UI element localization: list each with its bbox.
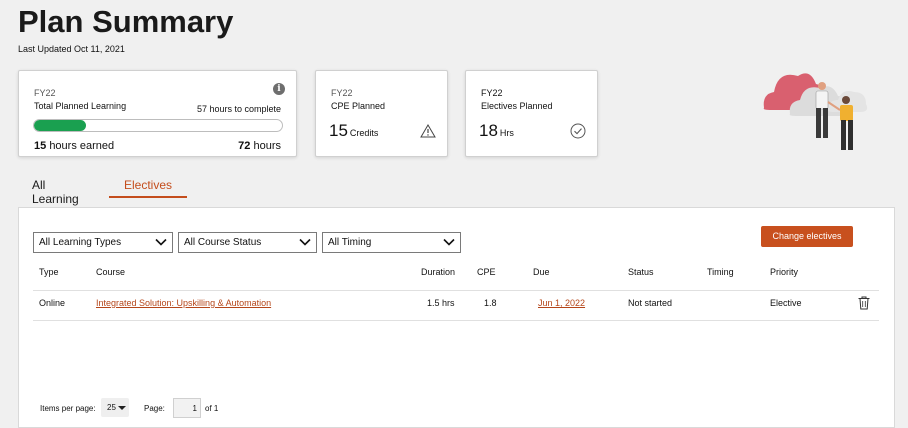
info-icon[interactable]: i: [273, 83, 285, 95]
column-header-due: Due: [533, 267, 550, 277]
hours-total-suffix: hours: [253, 140, 281, 152]
column-header-duration: Duration: [421, 267, 456, 277]
hours-total: 72 hours: [238, 140, 281, 152]
page-title: Plan Summary: [18, 4, 234, 39]
row-priority: Elective: [770, 298, 802, 308]
learning-types-select[interactable]: All Learning Types: [33, 232, 173, 253]
electives-hours-value: 18: [479, 121, 498, 140]
card-label: Electives Planned: [481, 101, 553, 111]
card-fiscal-year: FY22: [34, 88, 56, 98]
progress-bar: [33, 119, 283, 132]
column-header-status: Status: [628, 267, 654, 277]
tab-electives[interactable]: Electives: [109, 174, 188, 198]
cpe-credits-unit: Credits: [349, 128, 379, 138]
column-header-course: Course: [96, 267, 126, 277]
people-cloud-illustration-icon: [763, 73, 868, 150]
check-circle-icon: [570, 123, 586, 139]
tab-all-learning[interactable]: All Learning: [32, 174, 79, 206]
items-per-page-label: Items per page:: [40, 404, 96, 413]
timing-select[interactable]: All Timing: [322, 232, 461, 253]
hours-earned-value: 15: [34, 140, 47, 152]
card-fiscal-year: FY22: [331, 88, 353, 98]
page-label: Page:: [144, 404, 165, 413]
total-planned-card: FY22 Total Planned Learning i 57 hours t…: [18, 70, 297, 157]
electives-hours-unit: Hrs: [499, 128, 514, 138]
course-status-select[interactable]: All Course Status: [178, 232, 317, 253]
change-electives-button[interactable]: Change electives: [761, 226, 853, 247]
hours-earned-suffix: hours earned: [49, 140, 115, 152]
progress-fill: [34, 120, 87, 131]
items-per-page-select[interactable]: 25: [101, 398, 129, 417]
chevron-down-icon: [299, 238, 311, 246]
warning-icon: [420, 124, 436, 138]
column-header-timing: Timing: [707, 267, 734, 277]
chevron-down-icon: [443, 238, 455, 246]
page-of-total: of 1: [205, 404, 219, 413]
items-per-page-value: 25: [107, 403, 116, 412]
hours-earned: 15 hours earned: [34, 140, 114, 152]
electives-hours: 18 Hrs: [479, 121, 514, 141]
trash-icon[interactable]: [858, 296, 870, 310]
row-due-link[interactable]: Jun 1, 2022: [538, 298, 585, 308]
hours-to-complete: 57 hours to complete: [196, 104, 281, 114]
card-label: Total Planned Learning: [34, 101, 127, 111]
cpe-credits: 15 Credits: [329, 121, 378, 141]
row-type: Online: [39, 298, 66, 308]
chevron-down-icon: [155, 238, 167, 246]
column-header-type: Type: [39, 267, 59, 277]
electives-planned-card: FY22 Electives Planned 18 Hrs: [465, 70, 598, 157]
column-header-priority: Priority: [770, 267, 799, 277]
cpe-planned-card: FY22 CPE Planned 15 Credits: [315, 70, 448, 157]
cpe-credits-value: 15: [329, 121, 348, 140]
row-course-link[interactable]: Integrated Solution: Upskilling & Automa…: [96, 298, 271, 308]
row-duration: 1.5 hrs: [427, 298, 455, 308]
row-cpe: 1.8: [484, 298, 497, 308]
course-status-value: All Course Status: [184, 237, 262, 248]
hours-total-value: 72: [238, 140, 251, 152]
caret-down-icon: [118, 406, 126, 410]
page-number-input[interactable]: 1: [173, 398, 201, 418]
last-updated: Last Updated Oct 11, 2021: [18, 44, 125, 54]
card-label: CPE Planned: [331, 101, 386, 111]
electives-panel: All Learning Types All Course Status All…: [18, 207, 895, 428]
row-status: Not started: [628, 298, 673, 308]
timing-value: All Timing: [328, 237, 372, 248]
column-header-cpe: CPE: [477, 267, 496, 277]
card-fiscal-year: FY22: [481, 88, 503, 98]
learning-types-value: All Learning Types: [39, 237, 122, 248]
